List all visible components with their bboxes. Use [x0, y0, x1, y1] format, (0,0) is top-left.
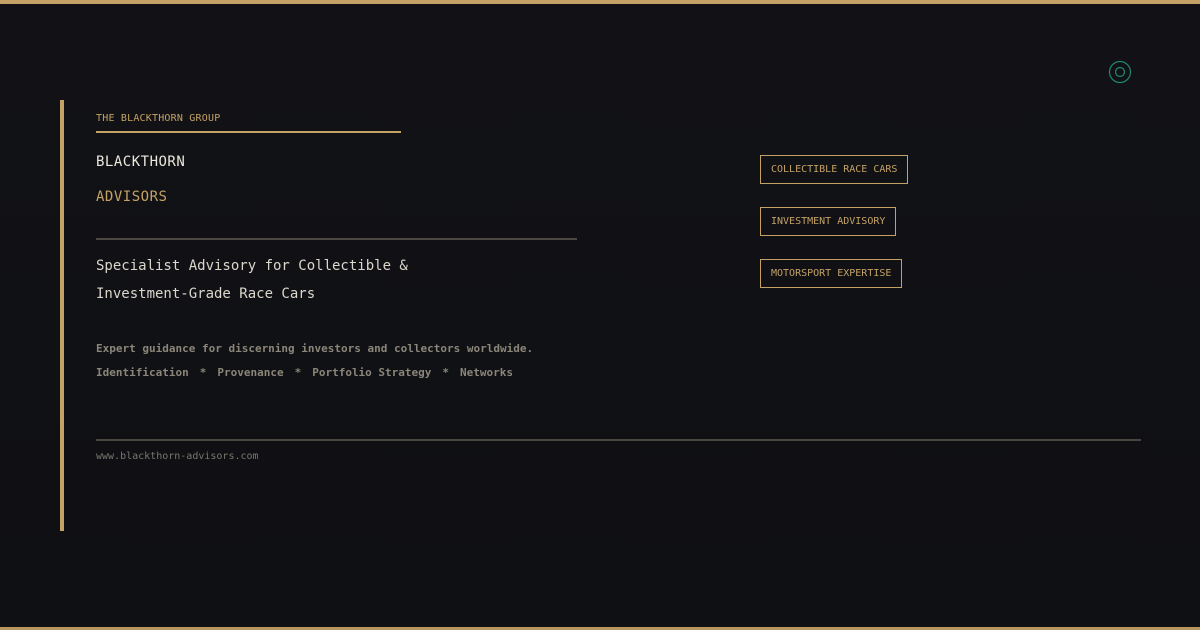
pillar-separator: * — [199, 366, 207, 379]
group-underline — [96, 131, 401, 133]
pillar-networks: Networks — [460, 366, 514, 379]
pillar-provenance: Provenance — [217, 366, 284, 379]
tagline-line-1: Specialist Advisory for Collectible & — [96, 258, 408, 274]
page: THE BLACKTHORN GROUP BLACKTHORN ADVISORS… — [0, 0, 1200, 630]
title-divider — [96, 238, 577, 240]
footer-divider — [96, 439, 1141, 441]
pillar-separator: * — [442, 366, 450, 379]
website-url: www.blackthorn-advisors.com — [96, 451, 259, 462]
tagline-line-2: Investment-Grade Race Cars — [96, 286, 316, 302]
service-tag-investment-advisory: INVESTMENT ADVISORY — [760, 207, 897, 236]
pillar-separator: * — [294, 366, 302, 379]
pillars-line: Identification * Provenance * Portfolio Stra… — [96, 361, 533, 385]
group-label: THE BLACKTHORN GROUP — [96, 113, 221, 124]
description-line: Expert guidance for discerning investors… — [96, 342, 534, 355]
left-accent-bar — [60, 100, 64, 531]
service-tag-motorsport-expertise: MOTORSPORT EXPERTISE — [760, 259, 903, 288]
emblem-ring-icon — [1108, 60, 1132, 84]
brand-name-primary: BLACKTHORN — [96, 154, 186, 170]
tagline: Specialist Advisory for Collectible & In… — [96, 252, 616, 308]
description: Expert guidance for discerning investors… — [96, 337, 533, 385]
pillar-identification: Identification — [96, 366, 189, 379]
top-accent-bar — [0, 0, 1200, 4]
brand-name-secondary: ADVISORS — [96, 189, 168, 205]
pillar-portfolio-strategy: Portfolio Strategy — [312, 366, 432, 379]
service-tag-collectible-race-cars: COLLECTIBLE RACE CARS — [760, 155, 909, 184]
